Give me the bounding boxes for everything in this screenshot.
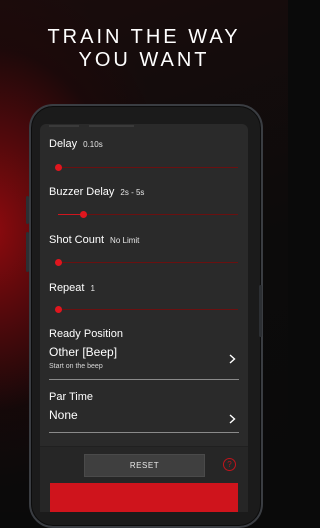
repeat-label: Repeat <box>49 282 85 294</box>
delay-slider-handle[interactable] <box>55 164 62 171</box>
ready-position-value: Other [Beep] <box>49 345 118 359</box>
phone-volume-button-2 <box>26 232 29 272</box>
shot-count-value: No Limit <box>110 236 140 245</box>
delay-slider[interactable] <box>55 163 238 173</box>
delay-slider-track <box>58 167 238 168</box>
headline-line-2: YOU WANT <box>78 49 210 71</box>
divider <box>49 379 239 380</box>
help-icon[interactable]: ? <box>223 458 236 471</box>
repeat-slider[interactable] <box>55 305 238 315</box>
promo-headline: TRAIN THE WAY YOU WANT <box>0 26 288 72</box>
delay-value: 0.10s <box>83 140 103 149</box>
ready-position-label: Ready Position <box>49 328 123 340</box>
ready-position-item[interactable]: Ready Position Other [Beep] Start on the… <box>49 328 239 380</box>
footer-bar: RESET ? <box>40 446 248 512</box>
shot-count-setting: Shot Count No Limit <box>49 234 239 246</box>
divider <box>49 432 239 433</box>
chevron-right-icon <box>229 353 236 367</box>
delay-label: Delay <box>49 138 78 150</box>
repeat-slider-track <box>58 309 238 310</box>
reset-button[interactable]: RESET <box>84 454 205 477</box>
repeat-setting: Repeat 1 <box>49 282 239 294</box>
par-time-label: Par Time <box>49 391 94 403</box>
buzzer-delay-setting: Buzzer Delay 2s - 5s <box>49 186 239 198</box>
ready-position-description: Start on the beep <box>49 363 103 370</box>
chevron-right-icon <box>229 413 236 427</box>
delay-setting: Delay 0.10s <box>49 138 239 150</box>
scrolled-header-ghost <box>49 124 139 132</box>
repeat-slider-handle[interactable] <box>55 306 62 313</box>
buzzer-delay-value: 2s - 5s <box>120 188 145 197</box>
shot-count-label: Shot Count <box>49 234 105 246</box>
phone-power-button <box>259 285 262 337</box>
phone-volume-button <box>26 196 29 224</box>
buzzer-delay-slider-handle[interactable] <box>80 211 88 218</box>
app-screen: Delay 0.10s Buzzer Delay 2s - 5s Shot Coun… <box>40 124 248 512</box>
headline-line-1: TRAIN THE WAY <box>47 26 241 48</box>
par-time-item[interactable]: Par Time None <box>49 391 239 431</box>
par-time-value: None <box>49 408 78 422</box>
repeat-value: 1 <box>90 284 95 293</box>
buzzer-delay-slider[interactable] <box>58 210 238 220</box>
shot-count-slider-track <box>58 262 238 263</box>
start-button-bar[interactable] <box>50 483 238 512</box>
shot-count-slider-handle[interactable] <box>55 259 62 266</box>
buzzer-delay-label: Buzzer Delay <box>49 186 115 198</box>
shot-count-slider[interactable] <box>55 258 238 268</box>
